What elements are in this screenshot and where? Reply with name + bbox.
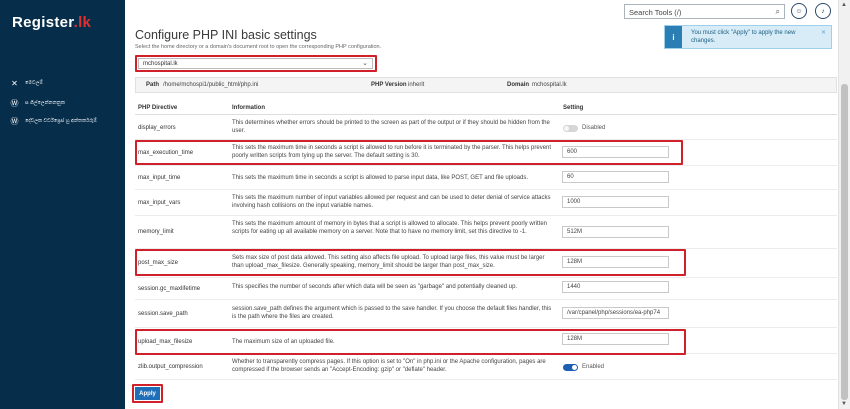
header-setting: Setting [563,105,584,111]
upload-max-filesize-input[interactable]: 128M [562,333,669,345]
directive-info: Sets max size of post data allowed. This… [232,255,545,269]
max-input-time-input[interactable]: 60 [562,171,669,183]
page-subtitle: Select the home directory or a domain's … [135,44,382,50]
domain-select[interactable]: mchospital.lk ⌄ [138,58,373,69]
sidebar-item-label: ස ගිල්ලෙන්නනනුක [25,100,65,106]
table-row: display_errors This determines whether e… [135,116,837,140]
scroll-up-icon[interactable]: ▲ [841,2,847,8]
table-row: session.save_path session.save_path defi… [135,300,837,328]
directive-name: post_max_size [138,260,179,266]
php-version-value: inherit [408,82,425,88]
selected-domain: mchospital.lk [143,60,178,67]
toggle-label: Enabled [582,364,605,370]
table-row: memory_limit This sets the maximum amoun… [135,216,837,249]
directive-name: display_errors [138,125,176,131]
directive-name: upload_max_filesize [138,339,193,345]
directive-name: session.gc_maxlifetime [138,286,201,292]
table-row: session.gc_maxlifetime This specifies th… [135,278,837,300]
directive-info: This sets the maximum time in seconds a … [232,145,552,159]
brand-logo[interactable]: Register.lk [12,14,91,31]
table-row: post_max_size Sets max size of post data… [135,250,837,278]
directive-name: memory_limit [138,229,174,235]
memory-limit-input[interactable]: 512M [562,226,669,238]
post-max-size-input[interactable]: 128M [562,256,669,268]
table-header: PHP Directive Information Setting [135,101,837,115]
path-label: Path [146,82,160,88]
display-errors-toggle[interactable] [563,125,578,132]
directive-info: The maximum size of an uploaded file. [232,339,335,345]
zlib-compression-toggle[interactable] [563,364,578,371]
sidebar-item-tools[interactable]: ✕ මෙවලම් [10,79,118,88]
domain-label: Domain [507,82,530,88]
header-directive: PHP Directive [138,105,178,111]
table-row: max_execution_time This sets the maximum… [135,140,837,166]
table-row: upload_max_filesize The maximum size of … [135,328,837,354]
chevron-down-icon: ⌄ [362,60,368,67]
search-icon: ⌕ [775,7,780,16]
toggle-label: Disabled [582,125,606,131]
directive-name: max_input_time [138,175,181,181]
page-scrollbar[interactable]: ▲ ▼ [838,0,850,409]
directive-name: zlib.output_compression [138,364,203,370]
directive-info: This sets the maximum amount of memory i… [232,221,548,235]
user-icon: ☺ [795,7,803,15]
directive-info: This specifies the number of seconds aft… [232,284,518,290]
domain-value: mchospital.lk [532,82,567,88]
scroll-thumb[interactable] [841,84,848,400]
directive-name: max_input_vars [138,200,181,206]
max-input-vars-input[interactable]: 1000 [562,196,669,208]
table-row: max_input_vars This sets the maximum num… [135,190,837,216]
table-row: zlib.output_compression Whether to trans… [135,355,837,380]
sidebar-item-label: දේවලක වර්ඩ්ප්‍රෙස් හු අන්තර්කරුම් [25,118,97,124]
directive-name: session.save_path [138,311,188,317]
scroll-down-icon[interactable]: ▼ [841,401,847,407]
apply-notice: i You must click "Apply" to apply the ne… [664,25,832,49]
directive-name: max_execution_time [138,150,194,156]
max-execution-time-input[interactable]: 600 [562,146,669,158]
directive-info: session.save_path defines the argument w… [232,306,552,320]
user-menu-button[interactable]: ☺ [791,3,807,19]
sidebar-item-wordpress-manager[interactable]: Ⓦ දේවලක වර්ඩ්ප්‍රෙස් හු අන්තර්කරුම් [10,117,118,126]
page-title: Configure PHP INI basic settings [135,28,317,42]
search-tools-input[interactable]: Search Tools (/) ⌕ [624,4,785,19]
php-version-label: PHP Version [371,82,407,88]
wordpress-icon: Ⓦ [10,116,19,126]
notifications-button[interactable]: ♪ [815,3,831,19]
table-row: max_input_time This sets the maximum tim… [135,166,837,190]
header-information: Information [232,105,265,111]
sidebar-item-label: මෙවලම් [25,80,44,86]
info-icon: i [665,26,682,48]
directive-info: Whether to transparently compress pages.… [232,359,546,373]
directive-info: This sets the maximum time in seconds a … [232,175,529,181]
sidebar-item-wordpress[interactable]: Ⓦ ස ගිල්ලෙන්නනනුක [10,99,118,108]
apply-button[interactable]: Apply [135,387,160,400]
bell-icon: ♪ [821,7,825,15]
tools-icon: ✕ [11,78,18,88]
directive-info: This sets the maximum number of input va… [232,195,551,209]
directive-info: This determines whether errors should be… [232,120,550,134]
wordpress-icon: Ⓦ [10,98,19,108]
config-info-bar: Path /home/mchospi1/public_html/php.ini … [135,77,837,93]
session-save-path-input[interactable]: /var/cpanel/php/sessions/ea-php74 [562,307,669,319]
close-icon[interactable]: ✕ [821,29,826,36]
notice-text: You must click "Apply" to apply the new … [691,30,796,44]
search-placeholder: Search Tools (/) [629,8,682,17]
path-value: /home/mchospi1/public_html/php.ini [163,82,259,88]
session-gc-maxlifetime-input[interactable]: 1440 [562,281,669,293]
sidebar: Register.lk ✕ මෙවලම් Ⓦ ස ගිල්ලෙන්නනනුක Ⓦ… [0,0,125,409]
